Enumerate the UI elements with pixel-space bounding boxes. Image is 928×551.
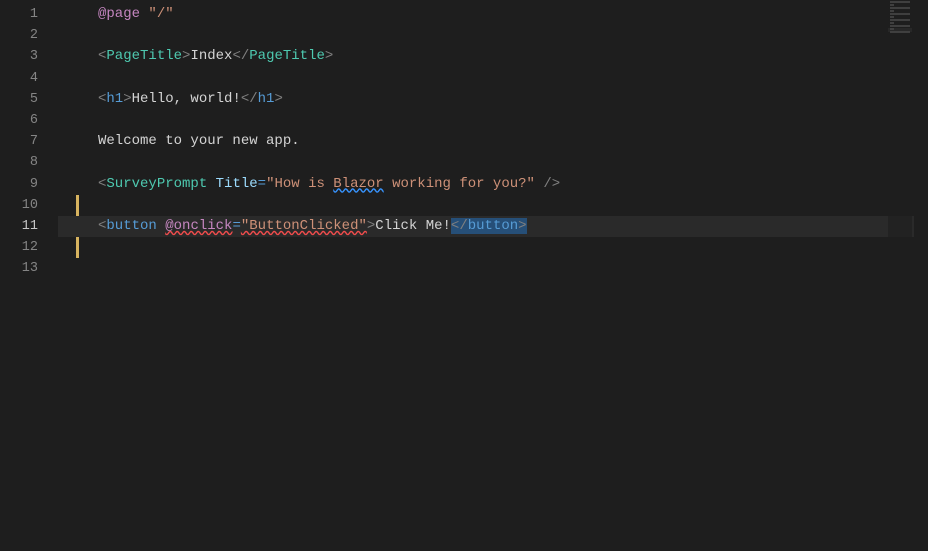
angle-open-slash: </: [241, 91, 258, 107]
code-line-empty[interactable]: [58, 152, 928, 173]
line-number: 9: [0, 174, 38, 195]
attribute-name: Title: [216, 176, 258, 192]
equals: =: [232, 218, 240, 234]
tag-text: Index: [190, 48, 232, 64]
html-tag: h1: [258, 91, 275, 107]
angle-close: >: [325, 48, 333, 64]
razor-directive: @page: [98, 6, 140, 22]
line-number: 10: [0, 195, 38, 216]
component-tag: PageTitle: [249, 48, 325, 64]
string-literal: "/": [148, 6, 173, 22]
line-number: 8: [0, 152, 38, 173]
angle-close: >: [274, 91, 282, 107]
code-area[interactable]: @page "/" <PageTitle>Index</PageTitle> <…: [58, 0, 928, 551]
code-line[interactable]: <SurveyPrompt Title="How is Blazor worki…: [58, 174, 928, 195]
razor-directive-error: @onclick: [165, 218, 232, 234]
line-number: 5: [0, 89, 38, 110]
line-number-gutter: 1 2 3 4 5 6 7 8 9 10 11 12 13: [0, 0, 58, 551]
line-number: 6: [0, 110, 38, 131]
html-tag: button: [106, 218, 156, 234]
space: [157, 218, 165, 234]
equals: =: [258, 176, 266, 192]
line-number: 12: [0, 237, 38, 258]
modified-indicator: [76, 237, 79, 258]
string-literal-info: Blazor: [333, 176, 383, 192]
space: [207, 176, 215, 192]
code-line[interactable]: <PageTitle>Index</PageTitle>: [58, 46, 928, 67]
plain-text: Welcome to your new app.: [98, 133, 300, 149]
code-line-empty[interactable]: [58, 68, 928, 89]
line-number: 2: [0, 25, 38, 46]
code-line-empty[interactable]: [58, 110, 928, 131]
line-number: 1: [0, 4, 38, 25]
code-line[interactable]: @page "/": [58, 4, 928, 25]
component-tag: PageTitle: [106, 48, 182, 64]
angle-close: >: [123, 91, 131, 107]
tag-text: Click Me!: [375, 218, 451, 234]
string-literal: "How is: [266, 176, 333, 192]
tag-text: Hello, world!: [132, 91, 241, 107]
angle-open-slash: </: [232, 48, 249, 64]
modified-indicator: [76, 195, 79, 216]
component-tag: SurveyPrompt: [106, 176, 207, 192]
vertical-scrollbar[interactable]: [914, 0, 928, 551]
line-number-active: 11: [0, 216, 38, 237]
minimap[interactable]: [888, 0, 912, 551]
string-literal-error: "ButtonClicked": [241, 218, 367, 234]
code-line-empty[interactable]: [58, 258, 928, 279]
code-line-empty[interactable]: [58, 25, 928, 46]
code-editor[interactable]: 1 2 3 4 5 6 7 8 9 10 11 12 13 @page "/" …: [0, 0, 928, 551]
code-line-empty[interactable]: [58, 237, 928, 258]
line-number: 4: [0, 68, 38, 89]
code-line[interactable]: <h1>Hello, world!</h1>: [58, 89, 928, 110]
self-close: />: [543, 176, 560, 192]
code-line[interactable]: Welcome to your new app.: [58, 131, 928, 152]
line-number: 13: [0, 258, 38, 279]
string-literal: working for you?": [384, 176, 535, 192]
code-line-active[interactable]: <button @onclick="ButtonClicked">Click M…: [58, 216, 928, 237]
html-tag: h1: [106, 91, 123, 107]
line-number: 7: [0, 131, 38, 152]
code-line-empty[interactable]: [58, 195, 928, 216]
line-number: 3: [0, 46, 38, 67]
closing-tag-selected: </button>: [451, 218, 527, 234]
